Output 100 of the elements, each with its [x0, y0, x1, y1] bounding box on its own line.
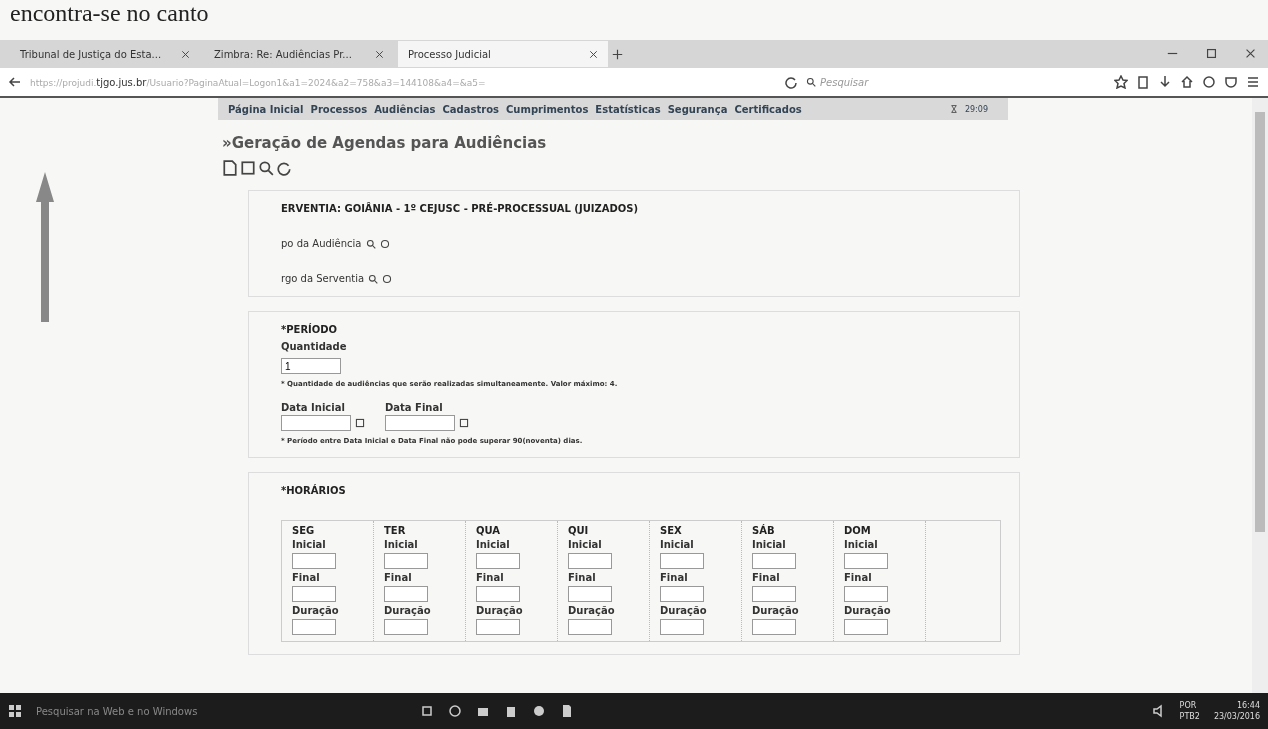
- time-input[interactable]: [292, 553, 336, 569]
- session-timer: 29:09: [964, 104, 989, 114]
- clock-date[interactable]: 23/03/2016: [1213, 711, 1260, 722]
- time-input[interactable]: [476, 586, 520, 602]
- calendar-icon[interactable]: [355, 418, 365, 428]
- search-icon[interactable]: [365, 238, 376, 249]
- field-label: Inicial: [476, 539, 511, 550]
- close-icon[interactable]: [1245, 47, 1256, 59]
- task-view-icon[interactable]: [420, 704, 434, 718]
- nav-link[interactable]: Estatísticas: [595, 103, 661, 115]
- browser-icon[interactable]: [448, 704, 462, 718]
- document-text: encontra-se no canto: [9, 0, 210, 28]
- field-label: Inicial: [844, 539, 879, 550]
- field-label: Inicial: [292, 539, 327, 550]
- back-icon[interactable]: [8, 75, 22, 89]
- time-input[interactable]: [752, 586, 796, 602]
- nav-link[interactable]: Página Inicial: [228, 103, 304, 115]
- browser-tab[interactable]: Tribunal de Justiça do Esta...: [10, 41, 200, 67]
- refresh-icon[interactable]: [276, 160, 292, 176]
- time-input[interactable]: [660, 586, 704, 602]
- field-label: Inicial: [568, 539, 603, 550]
- maximize-icon[interactable]: [1206, 47, 1217, 59]
- serventia-heading: ERVENTIA: GOIÂNIA - 1º CEJUSC - PRÉ-PROCESSUAL (JUIZADOS): [281, 203, 640, 214]
- field-label: rgo da Serventia: [281, 273, 365, 284]
- menu-icon[interactable]: [1246, 75, 1260, 89]
- taskbar-search[interactable]: Pesquisar na Web e no Windows: [36, 705, 406, 717]
- time-input[interactable]: [384, 619, 428, 635]
- time-input[interactable]: [476, 619, 520, 635]
- section-legend: *HORÁRIOS: [281, 485, 1001, 496]
- field-label: Duração: [844, 605, 892, 616]
- field-label: Duração: [384, 605, 432, 616]
- day-legend: QUI: [568, 525, 639, 536]
- clipboard-icon[interactable]: [1136, 75, 1150, 89]
- day-legend: SEX: [660, 525, 731, 536]
- pocket-icon[interactable]: [1224, 75, 1238, 89]
- date-input[interactable]: [385, 415, 455, 431]
- nav-link[interactable]: Cumprimentos: [506, 103, 589, 115]
- time-input[interactable]: [660, 553, 704, 569]
- hourglass-icon: [949, 105, 958, 113]
- field-label: po da Audiência: [281, 238, 362, 249]
- field-label: Duração: [476, 605, 524, 616]
- page-title: »Geração de Agendas para Audiências: [222, 134, 548, 152]
- field-label: Final: [752, 572, 781, 583]
- nav-link[interactable]: Cadastros: [442, 103, 499, 115]
- field-label: Final: [660, 572, 689, 583]
- day-legend: QUA: [476, 525, 547, 536]
- browser-tab[interactable]: Processo Judicial: [398, 41, 608, 67]
- time-input[interactable]: [568, 586, 612, 602]
- clock-time[interactable]: 16:44: [1236, 700, 1260, 711]
- time-input[interactable]: [292, 586, 336, 602]
- field-label: Inicial: [384, 539, 419, 550]
- nav-link[interactable]: Processos: [310, 103, 368, 115]
- time-input[interactable]: [476, 553, 520, 569]
- nav-link[interactable]: Audiências: [374, 103, 436, 115]
- time-input[interactable]: [384, 586, 428, 602]
- field-label: Data Final: [385, 402, 444, 413]
- field-label: Duração: [292, 605, 340, 616]
- close-icon[interactable]: [181, 49, 190, 59]
- date-input[interactable]: [281, 415, 351, 431]
- clear-icon[interactable]: [379, 238, 390, 249]
- windows-icon[interactable]: [8, 704, 22, 718]
- close-icon[interactable]: [375, 49, 384, 59]
- clear-icon[interactable]: [382, 273, 393, 284]
- time-input[interactable]: [568, 553, 612, 569]
- field-label: Final: [292, 572, 321, 583]
- field-label: Quantidade: [281, 341, 348, 352]
- field-label: Final: [568, 572, 597, 583]
- reload-icon[interactable]: [784, 75, 798, 89]
- day-legend: DOM: [844, 525, 915, 536]
- field-label: Final: [844, 572, 873, 583]
- calendar-icon[interactable]: [459, 418, 469, 428]
- time-input[interactable]: [752, 553, 796, 569]
- home-icon[interactable]: [1180, 75, 1194, 89]
- time-input[interactable]: [844, 586, 888, 602]
- section-legend: *PERÍODO: [281, 324, 1001, 335]
- quantity-input[interactable]: 1: [281, 358, 341, 374]
- time-input[interactable]: [384, 553, 428, 569]
- download-icon[interactable]: [1158, 75, 1172, 89]
- close-icon[interactable]: [589, 49, 598, 59]
- nav-link[interactable]: Certificados: [734, 103, 802, 115]
- time-input[interactable]: [752, 619, 796, 635]
- time-input[interactable]: [844, 553, 888, 569]
- search-icon[interactable]: [806, 77, 816, 87]
- star-icon[interactable]: [1114, 75, 1128, 89]
- search-icon[interactable]: [258, 160, 274, 176]
- search-icon[interactable]: [368, 273, 379, 284]
- time-input[interactable]: [568, 619, 612, 635]
- time-input[interactable]: [292, 619, 336, 635]
- field-label: Duração: [660, 605, 708, 616]
- browser-tab[interactable]: Zimbra: Re: Audiências Pr...: [204, 41, 394, 67]
- field-label: Final: [476, 572, 505, 583]
- language-code[interactable]: POR: [1179, 700, 1200, 711]
- scrollbar-thumb[interactable]: [1255, 112, 1265, 532]
- nav-link[interactable]: Segurança: [667, 103, 728, 115]
- time-input[interactable]: [844, 619, 888, 635]
- time-input[interactable]: [660, 619, 704, 635]
- day-legend: SEG: [292, 525, 363, 536]
- field-label: Inicial: [752, 539, 787, 550]
- plus-icon[interactable]: [612, 48, 623, 60]
- keyboard-layout[interactable]: PTB2: [1179, 711, 1200, 722]
